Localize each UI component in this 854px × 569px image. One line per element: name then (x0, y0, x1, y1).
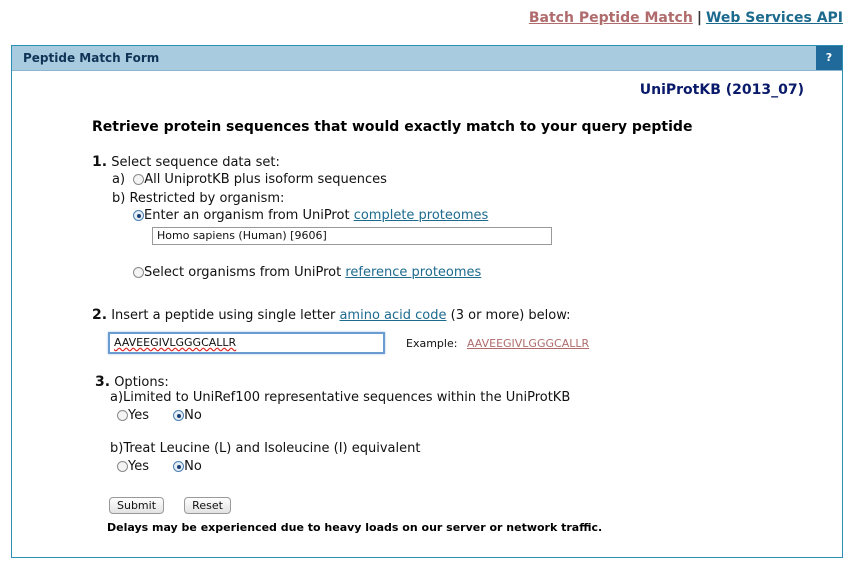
panel-title: Peptide Match Form (23, 51, 160, 65)
amino-acid-code-link[interactable]: amino acid code (339, 308, 446, 323)
step2-text-pre: Insert a peptide using single letter (111, 308, 336, 323)
leucine-no-radio[interactable] (173, 461, 185, 472)
step1-option-b: b) Restricted by organism: (112, 191, 284, 206)
leucine-choices: Yes No (117, 459, 202, 474)
panel-header: Peptide Match Form ? (12, 46, 842, 71)
uniref100-option-label: a)Limited to UniRef100 representative se… (110, 390, 571, 405)
link-separator: | (696, 10, 702, 26)
peptide-match-form-panel: Peptide Match Form ? UniProtKB (2013_07)… (11, 45, 843, 558)
organism-input[interactable]: Homo sapiens (Human) [9606] (152, 227, 552, 245)
peptide-value: AAVEEGIVLGGGCALLR (114, 336, 237, 349)
example-peptide-link[interactable]: AAVEEGIVLGGGCALLR (467, 337, 589, 350)
reference-proteomes-radio[interactable] (133, 267, 144, 278)
form-heading: Retrieve protein sequences that would ex… (92, 119, 693, 135)
top-links: Batch Peptide Match | Web Services API (529, 10, 843, 26)
database-version: UniProtKB (2013_07) (639, 82, 804, 98)
option-b-prefix: b) (112, 191, 126, 206)
step2-number: 2. (92, 307, 108, 323)
leucine-option-label: b)Treat Leucine (L) and Isoleucine (I) e… (110, 441, 421, 456)
form-buttons: Submit Reset (109, 497, 231, 514)
all-uniprotkb-radio[interactable] (133, 174, 145, 185)
uniref100-no-label: No (184, 408, 202, 423)
complete-proteomes-radio[interactable] (133, 210, 144, 221)
leucine-no-label: No (184, 459, 202, 474)
step3-label: Options: (114, 375, 169, 390)
step2-row: 2. Insert a peptide using single letter … (92, 307, 571, 323)
uniref100-no-radio[interactable] (173, 410, 185, 421)
help-button[interactable]: ? (816, 46, 842, 70)
uniref100-yes-radio[interactable] (117, 410, 128, 421)
complete-proteomes-text: Enter an organism from UniProt (144, 208, 350, 223)
reference-proteomes-link[interactable]: reference proteomes (345, 265, 481, 280)
all-uniprotkb-label: All UniprotKB plus isoform sequences (144, 172, 387, 187)
leucine-yes-radio[interactable] (117, 461, 128, 472)
step3-row: 3. Options: (95, 374, 169, 390)
step1-option-a: a) All UniprotKB plus isoform sequences (112, 172, 387, 187)
step1-row: 1. Select sequence data set: (92, 154, 280, 170)
restricted-organism-label: Restricted by organism: (129, 191, 285, 206)
peptide-input[interactable]: AAVEEGIVLGGGCALLR (108, 332, 385, 354)
reference-proteomes-text: Select organisms from UniProt (144, 265, 342, 280)
batch-peptide-match-link[interactable]: Batch Peptide Match (529, 10, 693, 26)
step3-number: 3. (95, 374, 111, 390)
leucine-yes-label: Yes (128, 459, 149, 474)
uniref100-choices: Yes No (117, 408, 202, 423)
reset-button[interactable]: Reset (184, 497, 231, 514)
step2-text-post: (3 or more) below: (450, 308, 571, 323)
complete-proteomes-link[interactable]: complete proteomes (354, 208, 489, 223)
organism-complete-option: Enter an organism from UniProt complete … (133, 208, 488, 223)
step1-number: 1. (92, 154, 108, 170)
submit-button[interactable]: Submit (109, 497, 165, 514)
server-delay-notice: Delays may be experienced due to heavy l… (107, 521, 603, 534)
example-label: Example: (406, 337, 458, 350)
organism-reference-option: Select organisms from UniProt reference … (133, 265, 481, 280)
web-services-api-link[interactable]: Web Services API (706, 10, 843, 26)
example-row: Example: AAVEEGIVLGGGCALLR (406, 337, 589, 350)
option-a-prefix: a) (112, 172, 126, 187)
step1-label: Select sequence data set: (111, 155, 280, 170)
uniref100-yes-label: Yes (128, 408, 149, 423)
